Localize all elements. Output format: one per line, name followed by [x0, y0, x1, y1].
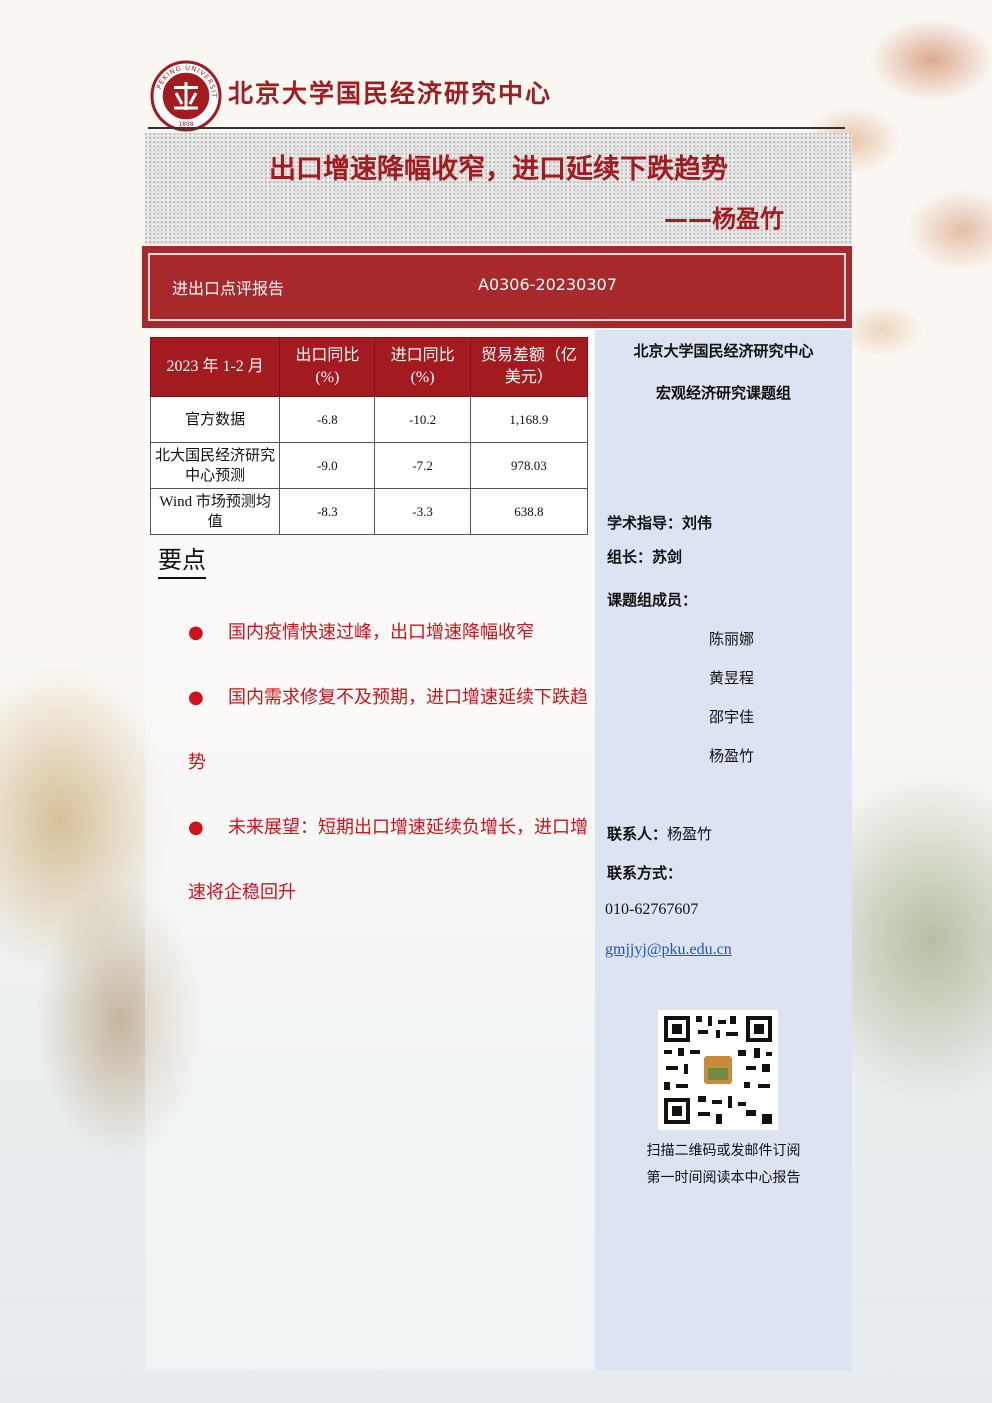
contact-sidebar: 北京大学国民经济研究中心 宏观经济研究课题组 学术指导：刘伟 组长：苏剑 课题组… [595, 330, 852, 1370]
table-row-label: 官方数据 [149, 396, 281, 443]
table-header-balance: 贸易差额（亿美元） [469, 337, 589, 397]
contact-label: 联系人： [607, 825, 668, 843]
phone-number: 010-62767607 [605, 901, 699, 918]
table-cell-balance: 1,168.9 [469, 396, 589, 443]
member-name: 杨盈竹 [709, 747, 755, 765]
list-item: ● 国内需求修复不及预期，进口增速延续下跌趋势 [188, 665, 588, 795]
advisor-name: 刘伟 [682, 514, 713, 532]
qr-caption-read: 第一时间阅读本中心报告 [646, 1170, 801, 1186]
sidebar-org-name: 北京大学国民经济研究中心 [633, 342, 814, 360]
member-name: 黄昱程 [709, 669, 755, 687]
contact-name: 杨盈竹 [667, 825, 713, 843]
table-cell-export: -9.0 [279, 442, 376, 489]
table-row-label: Wind 市场预测均值 [149, 488, 281, 535]
table-row: Wind 市场预测均值 -8.3 -3.3 638.8 [149, 488, 589, 535]
report-author: ——杨盈竹 [664, 205, 784, 233]
title-band: 出口增速降幅收窄，进口延续下跌趋势 ——杨盈竹 [145, 133, 852, 245]
table-header-import: 进口同比(%) [374, 337, 471, 397]
bullet-icon: ● [188, 622, 204, 643]
contact-method-label: 联系方式： [607, 864, 683, 882]
bullet-icon: ● [188, 817, 204, 838]
report-code: A0306-20230307 [478, 275, 617, 294]
leader-label: 组长： [607, 548, 653, 566]
table-cell-import: -7.2 [374, 442, 471, 489]
leader-name: 苏剑 [652, 548, 683, 566]
member-name: 邵宇佳 [709, 708, 755, 726]
table-cell-import: -10.2 [374, 396, 471, 443]
table-cell-export: -6.8 [279, 396, 376, 443]
table-cell-export: -8.3 [279, 488, 376, 535]
forecast-comparison-table: 2023 年 1-2 月 出口同比(%) 进口同比(%) 贸易差额（亿美元） 官… [149, 337, 589, 535]
subscribe-qr-code-icon [658, 1010, 778, 1130]
member-name: 陈丽娜 [709, 630, 755, 648]
leader-line: 组长：苏剑 [607, 546, 682, 567]
qr-caption-subscribe: 扫描二维码或发邮件订阅 [646, 1143, 801, 1159]
key-point-text: 国内需求修复不及预期，进口增速延续下跌趋势 [188, 687, 588, 773]
key-point-text: 未来展望：短期出口增速延续负增长，进口增速将企稳回升 [188, 817, 588, 903]
table-header-export: 出口同比(%) [279, 337, 376, 397]
banner-frame: 进出口点评报告 A0306-20230307 [148, 253, 846, 321]
list-item: ● 国内疫情快速过峰，出口增速降幅收窄 [188, 600, 588, 665]
table-row: 官方数据 -6.8 -10.2 1,168.9 [149, 396, 589, 443]
table-cell-balance: 978.03 [469, 442, 589, 489]
list-item: ● 未来展望：短期出口增速延续负增长，进口增速将企稳回升 [188, 795, 588, 925]
table-cell-import: -3.3 [374, 488, 471, 535]
bullet-icon: ● [188, 687, 204, 708]
report-type: 进出口点评报告 [172, 279, 285, 298]
organization-name: 北京大学国民经济研究中心 [228, 79, 553, 108]
header-divider [148, 127, 845, 129]
sidebar-group-name: 宏观经济研究课题组 [655, 384, 791, 402]
members-label: 课题组成员： [607, 591, 698, 609]
contact-line: 联系人：杨盈竹 [607, 823, 712, 844]
advisor-line: 学术指导：刘伟 [607, 512, 712, 533]
report-info-banner: 进出口点评报告 A0306-20230307 [142, 246, 852, 328]
table-cell-balance: 638.8 [469, 488, 589, 535]
table-header-row: 2023 年 1-2 月 出口同比(%) 进口同比(%) 贸易差额（亿美元） [149, 337, 589, 397]
key-point-text: 国内疫情快速过峰，出口增速降幅收窄 [228, 622, 534, 643]
key-points-list: ● 国内疫情快速过峰，出口增速降幅收窄 ● 国内需求修复不及预期，进口增速延续下跌趋… [188, 600, 588, 925]
table-row-label: 北大国民经济研究中心预测 [149, 442, 281, 489]
advisor-label: 学术指导： [607, 514, 683, 532]
key-points-heading: 要点 [158, 545, 206, 579]
email-link[interactable]: gmjjyj@pku.edu.cn [605, 941, 732, 959]
report-title: 出口增速降幅收窄，进口延续下跌趋势 [269, 154, 728, 185]
peking-university-logo: PEKING UNIVERSITY 1898 [150, 60, 222, 132]
table-row: 北大国民经济研究中心预测 -9.0 -7.2 978.03 [149, 442, 589, 489]
table-header-period: 2023 年 1-2 月 [149, 337, 281, 397]
